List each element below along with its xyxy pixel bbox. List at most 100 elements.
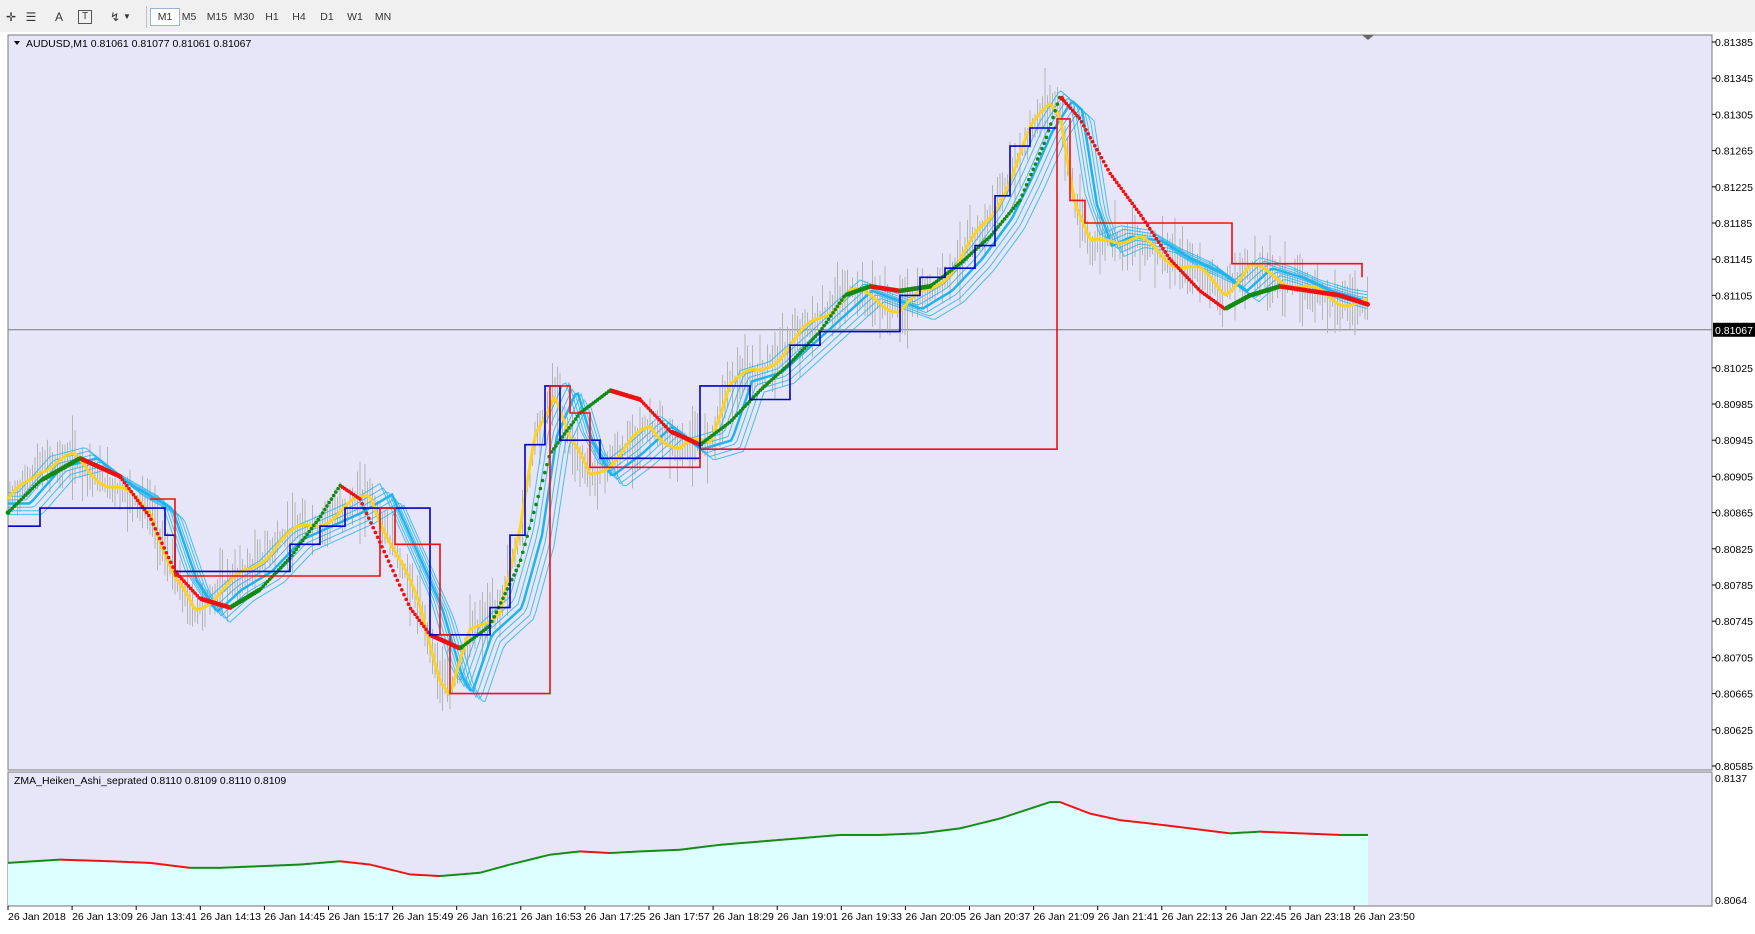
sub-line-segment [1047,801,1051,804]
timeframe-m15-button[interactable]: M15 [203,8,231,26]
zma-point [162,546,166,550]
sub-line-segment [1061,801,1065,805]
sub-line-segment [505,864,509,867]
zma-point [1134,207,1139,212]
sub-line-segment [1011,812,1015,816]
time-label: 26 Jan 21:09 [1034,911,1095,923]
zma-point [1033,162,1038,166]
zma-point [160,541,164,545]
price-label: 0.81105 [1715,290,1752,302]
sub-line-segment [1001,816,1005,819]
zma-point [512,573,516,577]
price-label: 0.81385 [1715,37,1753,49]
zma-point [144,510,149,515]
time-label: 26 Jan 17:25 [585,911,646,923]
zma-point [1117,183,1121,188]
zma-point [833,307,837,312]
time-label: 26 Jan 15:49 [393,911,454,923]
zma-point [545,462,549,467]
sub-line-segment [1035,805,1039,808]
zma-point [543,470,547,475]
text-icon[interactable]: A [50,8,68,26]
sub-line-segment [1013,812,1017,815]
time-label: 26 Jan 15:17 [329,911,390,923]
timeframe-m5-button[interactable]: M5 [175,8,203,26]
zma-point [386,559,391,563]
timeframe-h4-button[interactable]: H4 [285,8,313,26]
zma-point [567,426,571,430]
sub-line-segment [497,866,501,869]
price-label: 0.81305 [1715,109,1753,121]
current-price-label: 0.81067 [1715,325,1753,337]
zma-point [1029,172,1033,177]
sub-line-segment [1087,811,1091,815]
timeframe-d1-button[interactable]: D1 [313,8,341,26]
zma-point [556,441,560,445]
chart-area[interactable]: 0.81385 0.81345 0.81305 0.81265 0.81225 0.811… [0,32,1755,934]
sub-line-segment [507,863,511,867]
zma-point [1093,143,1097,148]
zma-point [1020,193,1024,197]
sub-line-segment [1077,808,1081,811]
zma-point [133,495,138,500]
zma-point [120,477,125,482]
sub-line-segment [493,867,497,870]
zma-point [424,627,428,632]
zma-point [560,435,565,439]
zma-point [516,563,521,568]
zma-point [1077,116,1082,121]
zma-point [573,417,578,421]
zma-point [1161,246,1165,251]
timeframe-m30-button[interactable]: M30 [230,8,258,26]
zma-point [417,618,422,623]
time-label: 26 Jan 18:29 [713,911,774,923]
sub-line-segment [1039,803,1043,807]
sub-line-segment [1021,809,1025,813]
zma-point [169,560,173,565]
timeframe-w1-button[interactable]: W1 [341,8,369,26]
crosshair-icon[interactable]: ✛ [2,8,20,26]
sub-line-segment [1033,805,1037,809]
zma-point [503,591,508,596]
zma-point [1101,159,1106,164]
zma-point [829,314,833,318]
time-label: 26 Jan 14:13 [200,911,261,923]
zma-point [569,423,573,427]
text-label-icon[interactable]: T [78,10,92,24]
chart-canvas[interactable]: 0.81385 0.81345 0.81305 0.81265 0.81225 0.811… [0,32,1755,934]
zma-point [1132,204,1137,209]
zma-point [1121,189,1126,194]
zma-point [122,480,127,485]
zma-point [1082,124,1086,128]
zma-point [492,615,497,619]
zma-point [422,624,426,629]
zma-point [1018,198,1022,203]
zma-point [136,498,140,503]
chevron-down-icon[interactable]: ▼ [122,8,132,26]
sub-line-segment [1029,807,1033,810]
zma-point [164,550,169,555]
zma-point [292,550,296,555]
zma-point [404,597,409,602]
price-label: 0.81025 [1715,363,1753,375]
sub-line-segment [485,869,489,873]
sub-line-segment [1085,811,1089,814]
timeframe-mn-button[interactable]: MN [369,8,397,26]
zma-point [1119,186,1123,191]
time-label: 26 Jan 21:41 [1098,911,1159,923]
zma-point [1141,216,1145,221]
zma-point [501,596,505,601]
zma-point [1084,127,1088,132]
sub-line-segment [479,871,483,874]
sub-line-segment [1045,801,1049,805]
sub-line-segment [1023,809,1027,812]
zma-point [1110,174,1115,179]
zma-point [1095,147,1099,152]
zma-point [1040,146,1044,151]
zma-point [296,544,301,549]
fibonacci-icon[interactable]: ☰ [22,8,40,26]
sub-line-segment [481,870,485,874]
price-label: 0.80665 [1715,689,1753,701]
zma-point [1051,115,1055,120]
timeframe-h1-button[interactable]: H1 [258,8,286,26]
